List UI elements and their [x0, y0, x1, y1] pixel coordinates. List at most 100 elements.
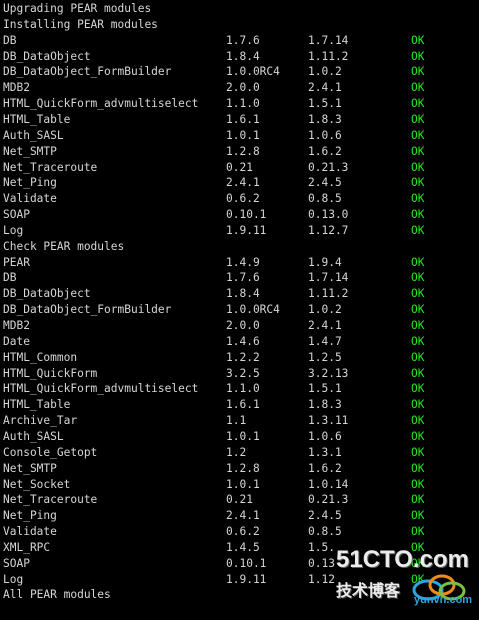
module-name: Validate: [3, 525, 57, 539]
status-ok: OK: [411, 445, 425, 459]
status-ok: OK: [411, 192, 425, 206]
module-row: Net_SMTP 1.2.8 1.6.2 OK: [0, 461, 479, 477]
section-heading: All PEAR modules: [3, 588, 111, 602]
required-version: 1.2: [226, 445, 247, 459]
status-ok: OK: [411, 414, 425, 428]
required-version: 1.1.0: [226, 97, 260, 111]
installed-version: 1.4.7: [308, 334, 342, 348]
module-row: DB_DataObject_FormBuilder 1.0.0RC4 1.0.2 OK: [0, 302, 479, 318]
module-row: HTML_QuickForm_advmultiselect 1.1.0 1.5.1 O…: [0, 381, 479, 397]
status-ok: OK: [411, 65, 425, 79]
installed-version: 1.6.2: [308, 144, 342, 158]
installed-version: 1.12: [308, 572, 335, 586]
installed-version: 2.4.5: [308, 176, 342, 190]
module-name: Date: [3, 334, 30, 348]
installed-version: 0.13.0: [308, 208, 349, 222]
status-ok: OK: [411, 572, 425, 586]
status-ok: OK: [411, 398, 425, 412]
installed-version: 1.5.1: [308, 382, 342, 396]
installed-version: 1.8.3: [308, 112, 342, 126]
required-version: 1.0.1: [226, 429, 260, 443]
module-name: Auth_SASL: [3, 429, 64, 443]
installed-version: 2.4.5: [308, 509, 342, 523]
module-row: Net_Ping 2.4.1 2.4.5 OK: [0, 508, 479, 524]
required-version: 1.2.8: [226, 144, 260, 158]
module-name: HTML_QuickForm_advmultiselect: [3, 382, 199, 396]
installed-version: 1.8.3: [308, 398, 342, 412]
module-name: PEAR: [3, 255, 30, 269]
module-name: Net_Socket: [3, 477, 71, 491]
module-row: Net_Traceroute 0.21 0.21.3 OK: [0, 160, 479, 176]
module-name: Archive_Tar: [3, 414, 78, 428]
module-name: DB: [3, 33, 17, 47]
required-version: 1.6.1: [226, 398, 260, 412]
module-row: Validate 0.6.2 0.8.5 OK: [0, 524, 479, 540]
module-row: Net_Traceroute 0.21 0.21.3 OK: [0, 492, 479, 508]
installed-version: 1.0.6: [308, 128, 342, 142]
status-ok: OK: [411, 429, 425, 443]
module-name: Auth_SASL: [3, 128, 64, 142]
installed-version: 1.2.5: [308, 350, 342, 364]
status-ok: OK: [411, 477, 425, 491]
module-name: MDB2: [3, 81, 30, 95]
module-row: SOAP 0.10.1 0.13 OK: [0, 556, 479, 572]
status-ok: OK: [411, 223, 425, 237]
required-version: 1.0.0RC4: [226, 65, 280, 79]
module-row: Validate 0.6.2 0.8.5 OK: [0, 191, 479, 207]
terminal-window[interactable]: Upgrading PEAR modules Installing PEAR mo…: [0, 0, 479, 620]
required-version: 0.6.2: [226, 192, 260, 206]
module-row: Console_Getopt 1.2 1.3.1 OK: [0, 445, 479, 461]
watermark-logo-text: yunvn.com: [414, 594, 473, 606]
status-ok: OK: [411, 33, 425, 47]
required-version: 2.4.1: [226, 176, 260, 190]
installed-version: 0.8.5: [308, 192, 342, 206]
installed-version: 1.11.2: [308, 49, 349, 63]
installed-version: 1.0.2: [308, 65, 342, 79]
required-version: 1.1.0: [226, 382, 260, 396]
module-row: DB_DataObject 1.8.4 1.11.2 OK: [0, 49, 479, 65]
module-name: Console_Getopt: [3, 445, 98, 459]
module-row: MDB2 2.0.0 2.4.1 OK: [0, 80, 479, 96]
installed-version: 1.0.14: [308, 477, 349, 491]
installed-version: 1.5.: [308, 540, 335, 554]
module-name: Log: [3, 223, 24, 237]
module-name: DB_DataObject: [3, 287, 91, 301]
required-version: 3.2.5: [226, 366, 260, 380]
module-row: PEAR 1.4.9 1.9.4 OK: [0, 255, 479, 271]
required-version: 1.0.1: [226, 128, 260, 142]
status-ok: OK: [411, 303, 425, 317]
installed-version: 0.8.5: [308, 525, 342, 539]
status-ok: OK: [411, 509, 425, 523]
module-name: Net_SMTP: [3, 461, 57, 475]
module-name: Net_Traceroute: [3, 493, 98, 507]
required-version: 0.21: [226, 493, 253, 507]
status-ok: OK: [411, 319, 425, 332]
installed-version: 2.4.1: [308, 319, 342, 332]
module-name: SOAP: [3, 208, 30, 222]
status-ok: OK: [411, 350, 425, 364]
status-ok: OK: [411, 540, 425, 554]
module-name: Net_SMTP: [3, 144, 57, 158]
required-version: 1.2.8: [226, 461, 260, 475]
installed-version: 1.6.2: [308, 461, 342, 475]
module-row: Auth_SASL 1.0.1 1.0.6 OK: [0, 128, 479, 144]
required-version: 1.9.11: [226, 223, 267, 237]
required-version: 1.6.1: [226, 112, 260, 126]
section-heading: Installing PEAR modules: [3, 17, 158, 31]
module-row: HTML_QuickForm 3.2.5 3.2.13 OK: [0, 366, 479, 382]
required-version: 1.7.6: [226, 33, 260, 47]
module-name: Net_Ping: [3, 509, 57, 523]
installed-version: 1.7.14: [308, 271, 349, 285]
required-version: 1.8.4: [226, 287, 260, 301]
required-version: 1.4.5: [226, 540, 260, 554]
module-name: HTML_QuickForm_advmultiselect: [3, 97, 199, 111]
module-row: Net_Socket 1.0.1 1.0.14 OK: [0, 477, 479, 493]
module-row: DB_DataObject_FormBuilder 1.0.0RC4 1.0.2 OK: [0, 64, 479, 80]
module-name: DB_DataObject_FormBuilder: [3, 65, 172, 79]
module-row: Archive_Tar 1.1 1.3.11 OK: [0, 413, 479, 429]
module-row: HTML_Table 1.6.1 1.8.3 OK: [0, 397, 479, 413]
required-version: 1.9.11: [226, 572, 267, 586]
status-ok: OK: [411, 97, 425, 111]
module-name: HTML_Table: [3, 398, 71, 412]
required-version: 1.1: [226, 414, 247, 428]
